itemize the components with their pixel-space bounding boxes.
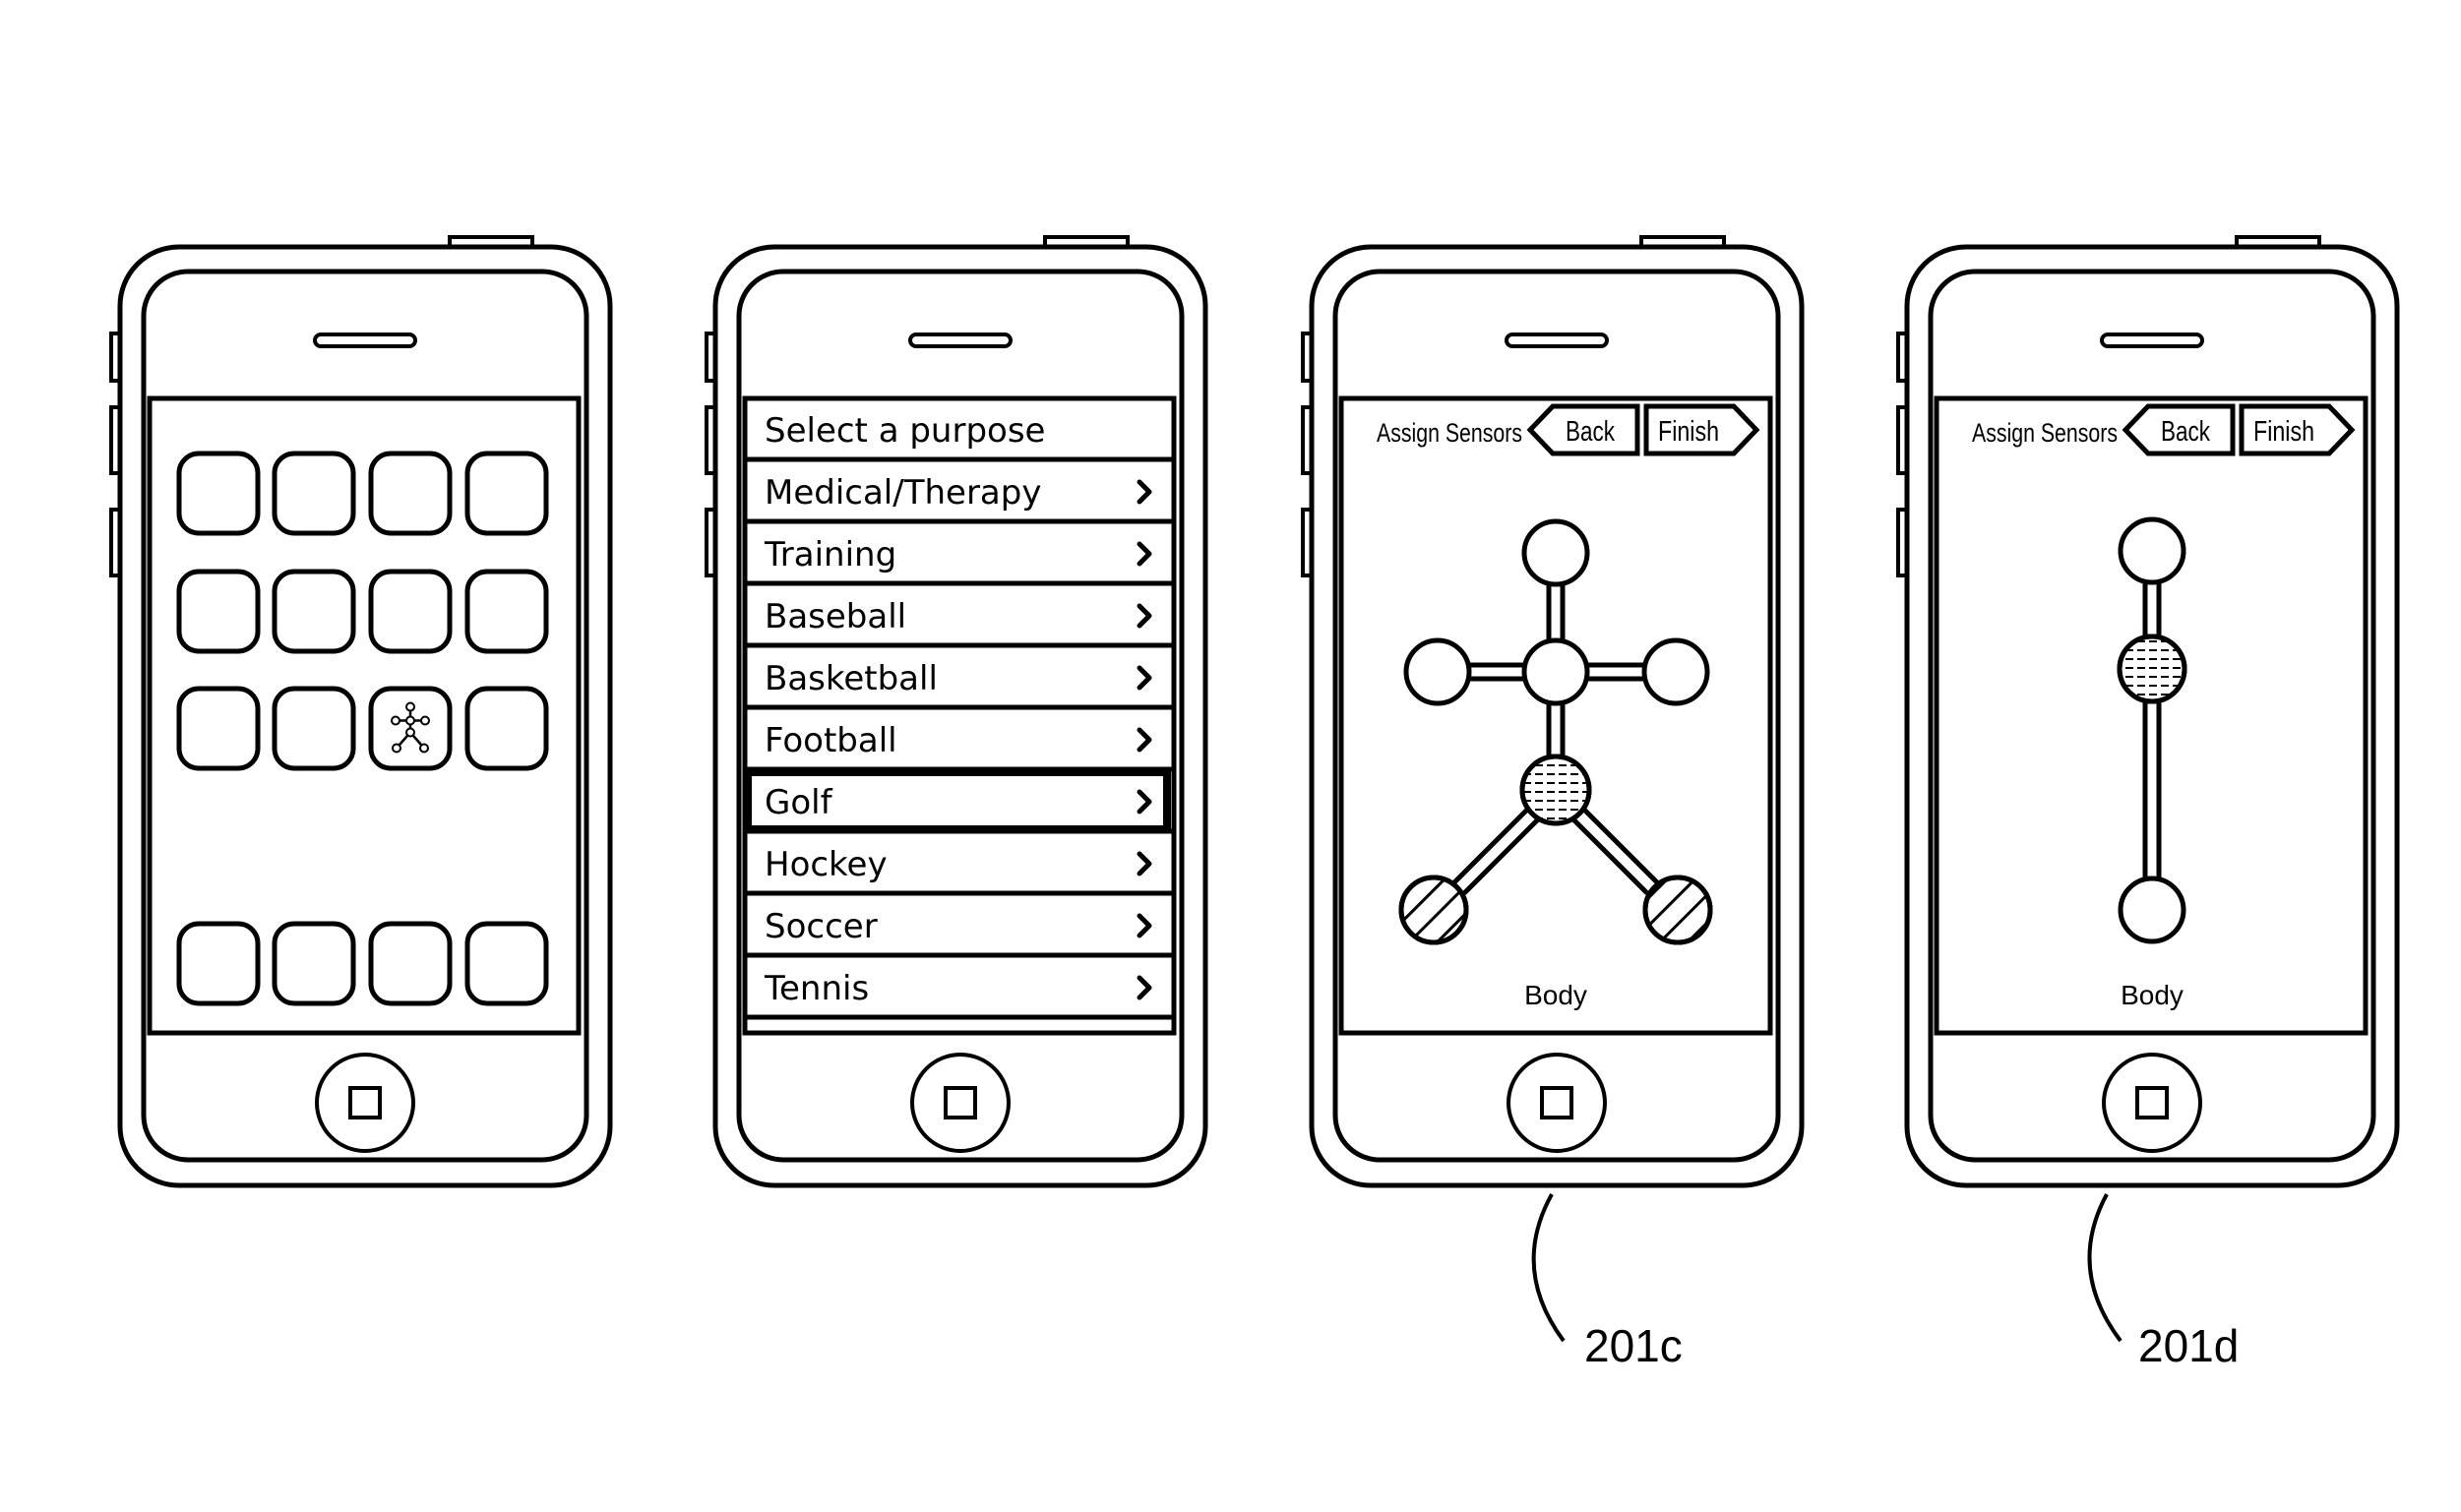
sensor-node-head[interactable] [1521, 518, 1590, 587]
reference-201d: 201d [2087, 1193, 2239, 1371]
dock-app-icon[interactable] [272, 921, 356, 1006]
list-item-label: Medical/Therapy [765, 473, 1041, 513]
dock-app-icon[interactable] [368, 921, 453, 1006]
list-item-label: Baseball [765, 597, 906, 636]
sensor-node-middle[interactable] [2117, 634, 2187, 704]
dock-app-icon[interactable] [176, 921, 261, 1006]
app-icon[interactable] [176, 569, 261, 654]
list-item-label: Golf [765, 783, 833, 822]
app-icon[interactable] [368, 569, 453, 654]
dock-app-icon[interactable] [464, 921, 549, 1006]
sensor-node-bottom[interactable] [2118, 876, 2186, 944]
app-icon[interactable] [176, 451, 261, 536]
list-item-label: Soccer [765, 907, 878, 946]
back-button-label: Back [1566, 416, 1615, 448]
home-button[interactable] [2104, 1055, 2200, 1151]
screen [1338, 395, 1773, 1036]
patent-figure-canvas: Select a purpose Medical/Therapy Training… [0, 0, 2461, 1371]
top-power-button[interactable] [450, 237, 532, 249]
reference-201c: 201c [1531, 1193, 1683, 1371]
home-button[interactable] [912, 1055, 1009, 1151]
sensor-app-icon[interactable] [368, 686, 453, 771]
finish-button-label: Finish [1658, 416, 1719, 448]
app-icon[interactable] [272, 451, 356, 536]
sensor-node-top[interactable] [2118, 516, 2186, 585]
app-icon[interactable] [464, 569, 549, 654]
body-caption: Body [1524, 980, 1587, 1010]
back-button[interactable]: Back [2122, 403, 2236, 456]
home-button[interactable] [317, 1055, 413, 1151]
sensor-node-torso[interactable] [1521, 637, 1590, 706]
phone-assign-sensors-body: Assign Sensors Back Finish Body [1303, 237, 1802, 1185]
sensor-node-left-arm[interactable] [1403, 637, 1472, 706]
list-item-label: Basketball [765, 659, 938, 698]
phone-select-purpose: Select a purpose Medical/Therapy Training… [707, 237, 1205, 1185]
back-button[interactable]: Back [1526, 403, 1640, 456]
phone-assign-sensors-segment: Assign Sensors Back Finish Body [1898, 237, 2397, 1185]
finish-button[interactable]: Finish [1643, 403, 1760, 456]
list-item-label: Football [765, 721, 897, 760]
app-icon[interactable] [464, 451, 549, 536]
app-icon[interactable] [272, 569, 356, 654]
list-header-title: Select a purpose [765, 411, 1045, 451]
body-caption: Body [2121, 980, 2184, 1010]
purpose-list-item-golf[interactable]: Golf [745, 768, 1174, 834]
list-item-label: Hockey [765, 845, 888, 884]
back-button-label: Back [2161, 416, 2210, 448]
home-button[interactable] [1508, 1055, 1605, 1151]
finish-button[interactable]: Finish [2239, 403, 2356, 456]
reference-label: 201c [1584, 1320, 1683, 1371]
leader-line [2087, 1193, 2123, 1343]
sensor-node-right-foot[interactable] [1642, 875, 1713, 945]
finish-button-label: Finish [2253, 416, 2314, 448]
reference-label: 201d [2138, 1320, 2239, 1371]
leader-line [1531, 1193, 1566, 1343]
app-icon[interactable] [368, 451, 453, 536]
sensor-node-right-arm[interactable] [1641, 637, 1710, 706]
sensor-node-left-foot[interactable] [1398, 875, 1469, 945]
app-icon[interactable] [464, 686, 549, 771]
list-item-label: Training [764, 535, 896, 575]
purpose-list-header: Select a purpose [765, 411, 1045, 451]
list-item-label: Tennis [764, 969, 869, 1008]
assign-sensors-title: Assign Sensors [1377, 418, 1522, 448]
sensor-node-hip[interactable] [1519, 754, 1592, 826]
app-icon[interactable] [272, 686, 356, 771]
app-icon[interactable] [176, 686, 261, 771]
assign-sensors-title: Assign Sensors [1972, 418, 2118, 448]
phone-home-screen [111, 237, 610, 1185]
